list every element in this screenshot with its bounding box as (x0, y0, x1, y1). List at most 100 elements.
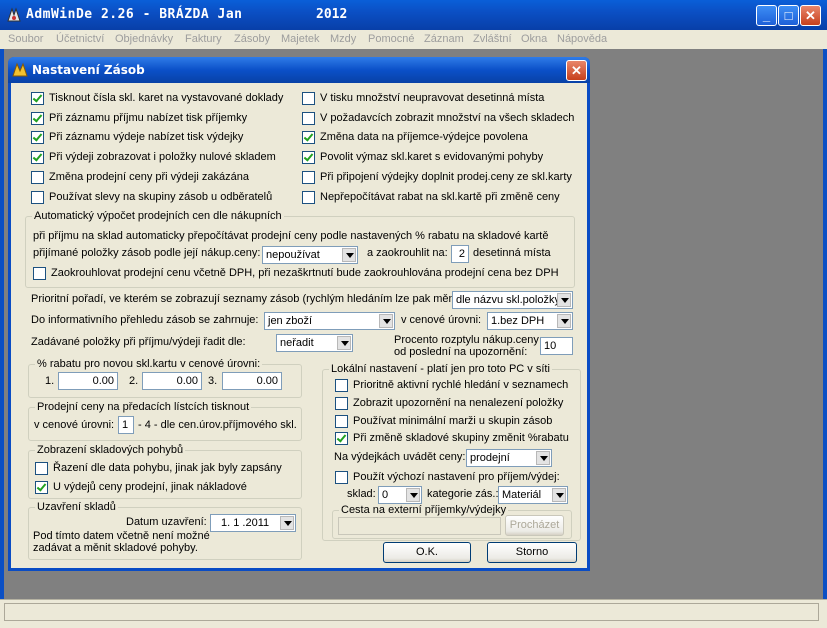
spread-percent-input[interactable]: 10 (540, 337, 573, 355)
checkbox[interactable] (31, 92, 44, 105)
spread-label-1: Procento rozptylu nákup.ceny (394, 334, 539, 346)
rabat-level-1-input[interactable]: 0.00 (58, 372, 118, 390)
group-caption: Cesta na externí příjemky/výdejky (339, 504, 509, 516)
menu-faktury[interactable]: Faktury (185, 33, 222, 45)
chevron-down-icon[interactable] (557, 293, 571, 307)
checkbox[interactable] (31, 112, 44, 125)
checkbox[interactable] (335, 397, 348, 410)
menu-majetek[interactable]: Majetek (281, 33, 320, 45)
closing-date-label: Datum uzavření: (126, 516, 207, 528)
price-level-label: v cenové úrovni: (401, 314, 482, 326)
closing-date-picker[interactable]: 1. 1 .2011 (210, 514, 296, 532)
status-bar (0, 599, 827, 628)
group-caption: Automatický výpočet prodejních cen dle n… (32, 210, 284, 222)
sort-combo[interactable]: neřadit (276, 334, 353, 352)
checkbox[interactable] (335, 379, 348, 392)
main-title-bar: AdmWinDe 2.26 - BRÁZDA Jan 2012 _ □ ✕ (0, 0, 827, 30)
checkbox[interactable] (302, 191, 315, 204)
dialog-close-button[interactable]: ✕ (566, 60, 587, 81)
tickets-level-input[interactable]: 1 (118, 416, 134, 434)
menu-bar: Soubor Účetnictví Objednávky Faktury Zás… (0, 30, 827, 49)
dialog-title-bar: Nastavení Zásob ✕ (8, 57, 590, 83)
category-label: kategorie zás.: (427, 488, 499, 500)
menu-soubor[interactable]: Soubor (8, 33, 43, 45)
minimize-button[interactable]: _ (756, 5, 777, 26)
app-title: AdmWinDe 2.26 - BRÁZDA Jan (26, 7, 243, 22)
checkbox[interactable] (35, 462, 48, 475)
store-label: sklad: (347, 488, 376, 500)
round-label: a zaokrouhlit na: (367, 247, 448, 259)
price-level-combo[interactable]: 1.bez DPH (487, 312, 573, 330)
issue-price-label: Na výdejkách uvádět ceny: (334, 451, 466, 463)
group-caption: % rabatu pro novou skl.kartu v cenové úr… (35, 358, 263, 370)
chevron-down-icon[interactable] (552, 488, 566, 502)
menu-ucetnictvi[interactable]: Účetnictví (56, 33, 104, 45)
priority-label: Prioritní pořadí, ve kterém se zobrazují… (31, 293, 467, 305)
group-caption: Prodejní ceny na předacích lístcích tisk… (35, 401, 252, 413)
auto-pricing-combo[interactable]: nepoužívat (262, 246, 358, 264)
ok-button[interactable]: O.K. (383, 542, 471, 563)
category-combo[interactable]: Materiál (498, 486, 568, 504)
checkbox[interactable] (302, 171, 315, 184)
cancel-button[interactable]: Storno (487, 542, 577, 563)
sort-label: Zadávané položky při příjmu/výdeji řadit… (31, 336, 246, 348)
round-decimals-input[interactable]: 2 (451, 245, 469, 263)
checkbox[interactable] (335, 432, 348, 445)
dialog-body: Tisknout čísla skl. karet na vystavované… (11, 83, 587, 568)
auto-description: při příjmu na sklad automaticky přepočít… (33, 230, 549, 242)
checkbox[interactable] (31, 191, 44, 204)
checkbox[interactable] (335, 415, 348, 428)
menu-okna[interactable]: Okna (521, 33, 547, 45)
checkbox[interactable] (35, 481, 48, 494)
rabat-level-2-input[interactable]: 0.00 (142, 372, 202, 390)
checkbox[interactable] (335, 471, 348, 484)
store-combo[interactable]: 0 (378, 486, 422, 504)
checkbox[interactable] (31, 151, 44, 164)
chevron-down-icon[interactable] (337, 336, 351, 350)
chevron-down-icon[interactable] (536, 451, 550, 465)
app-year: 2012 (316, 7, 348, 22)
maximize-button[interactable]: □ (778, 5, 799, 26)
checkbox[interactable] (302, 112, 315, 125)
checkbox[interactable] (31, 131, 44, 144)
chevron-down-icon[interactable] (342, 248, 356, 262)
checkbox[interactable] (302, 151, 315, 164)
menu-napoveda[interactable]: Nápověda (557, 33, 607, 45)
menu-zvlastni[interactable]: Zvláštní (473, 33, 512, 45)
closing-note-2: zadávat a měnit skladové pohyby. (33, 542, 198, 554)
menu-mzdy[interactable]: Mzdy (330, 33, 356, 45)
status-cell (4, 603, 819, 621)
menu-zasoby[interactable]: Zásoby (234, 33, 270, 45)
chevron-down-icon[interactable] (406, 488, 420, 502)
tickets-level-note: - 4 - dle cen.úrov.příjmového skl. (138, 419, 297, 431)
app-icon (7, 7, 21, 22)
closing-note-1: Pod tímto datem včetně není možné (33, 530, 210, 542)
rabat-level-2-label: 2. (129, 375, 139, 387)
auto-items-label: přijímané položky zásob podle její nákup… (33, 247, 261, 259)
menu-objednavky[interactable]: Objednávky (115, 33, 173, 45)
window-border-right (823, 30, 827, 599)
tickets-level-label: v cenové úrovni: (34, 419, 115, 431)
menu-zaznam[interactable]: Záznam (424, 33, 464, 45)
dialog-title: Nastavení Zásob (32, 63, 145, 77)
checkbox[interactable] (31, 171, 44, 184)
close-button[interactable]: ✕ (800, 5, 821, 26)
dialog-icon (12, 62, 28, 77)
issue-price-combo[interactable]: prodejní (466, 449, 552, 467)
group-caption: Zobrazení skladových pohybů (35, 444, 186, 456)
chevron-down-icon[interactable] (379, 314, 393, 328)
chevron-down-icon[interactable] (280, 516, 294, 530)
checkbox[interactable] (33, 267, 46, 280)
rabat-level-3-input[interactable]: 0.00 (222, 372, 282, 390)
checkbox[interactable] (302, 131, 315, 144)
checkbox[interactable] (302, 92, 315, 105)
menu-pomocne[interactable]: Pomocné (368, 33, 414, 45)
decimals-label: desetinná místa (473, 247, 551, 259)
external-path-input[interactable] (338, 517, 501, 535)
overview-combo[interactable]: jen zboží (264, 312, 395, 330)
rabat-level-3-label: 3. (208, 375, 218, 387)
chevron-down-icon[interactable] (557, 314, 571, 328)
group-caption: Lokální nastavení - platí jen pro toto P… (329, 363, 552, 375)
browse-button[interactable]: Procházet (505, 515, 564, 536)
priority-combo[interactable]: dle názvu skl.položky (452, 291, 573, 309)
